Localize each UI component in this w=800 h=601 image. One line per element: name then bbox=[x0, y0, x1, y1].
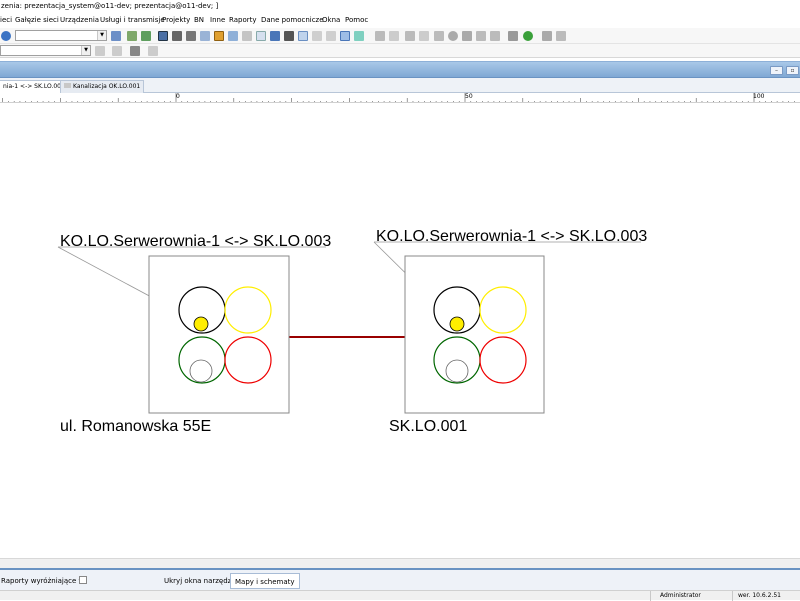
right-box-label[interactable]: KO.LO.Serwerownia-1 <-> SK.LO.003 bbox=[376, 228, 647, 245]
tool-icon-6[interactable] bbox=[490, 31, 500, 41]
status-version: wer. 10.6.2.51 bbox=[738, 592, 781, 599]
left-box-frame bbox=[148, 255, 290, 414]
tab-serwerownia[interactable]: nia-1 <-> SK.LO.003 bbox=[0, 80, 69, 93]
tab-maps-and-schemes[interactable]: Mapy i schematy bbox=[230, 573, 300, 589]
circle-icon[interactable] bbox=[448, 31, 458, 41]
right-box-frame bbox=[404, 255, 545, 414]
select-icon[interactable] bbox=[298, 31, 308, 41]
right-manhole-box[interactable] bbox=[404, 255, 545, 414]
search-icon[interactable] bbox=[1, 31, 11, 41]
document-tabs: nia-1 <-> SK.LO.003 Kanalizacja OK.LO.00… bbox=[0, 78, 800, 93]
menu-bar: ieci Gałęzie sieci Urządzenia Usługi i t… bbox=[0, 14, 800, 28]
folder-icon[interactable] bbox=[141, 31, 151, 41]
hide-tools-button[interactable]: Ukryj okna narzędzi bbox=[164, 577, 233, 585]
frame-icon[interactable] bbox=[242, 31, 252, 41]
status-bar: Administrator wer. 10.6.2.51 bbox=[0, 590, 800, 601]
bottom-panel-bar: Raporty wyróżniające ▾ Ukryj okna narzęd… bbox=[0, 568, 800, 590]
window-title: zenia: prezentacja_system@o11-dev; preze… bbox=[1, 2, 219, 10]
person-icon[interactable] bbox=[542, 31, 552, 41]
menu-item-pomoc[interactable]: Pomoc bbox=[345, 16, 368, 24]
binoculars-icon[interactable] bbox=[172, 31, 182, 41]
tool-icon-2[interactable] bbox=[389, 31, 399, 41]
lock-icon[interactable] bbox=[284, 31, 294, 41]
tool-icon-5[interactable] bbox=[476, 31, 486, 41]
resize-icon[interactable] bbox=[326, 31, 336, 41]
horizontal-scrollbar[interactable] bbox=[0, 558, 800, 568]
copy-icon[interactable] bbox=[200, 31, 210, 41]
document-icon bbox=[64, 83, 71, 88]
menu-item-projekty[interactable]: Projekty bbox=[162, 16, 190, 24]
highlight-icon[interactable] bbox=[214, 31, 224, 41]
title-bar: zenia: prezentacja_system@o11-dev; preze… bbox=[0, 0, 800, 14]
ruler-ticks bbox=[2, 93, 795, 102]
tool-icon-7[interactable] bbox=[556, 31, 566, 41]
secondary-toolbar: ▼ bbox=[0, 44, 800, 58]
map-icon[interactable] bbox=[111, 31, 121, 41]
left-box-caption[interactable]: ul. Romanowska 55E bbox=[60, 418, 211, 435]
expand-icon[interactable] bbox=[354, 31, 364, 41]
menu-item-bn[interactable]: BN bbox=[194, 16, 204, 24]
status-user: Administrator bbox=[660, 592, 701, 599]
globe-icon[interactable] bbox=[523, 31, 533, 41]
tool-icon-1[interactable] bbox=[375, 31, 385, 41]
columns-icon[interactable] bbox=[270, 31, 280, 41]
tool-icon-4[interactable] bbox=[419, 31, 429, 41]
main-toolbar: ▼ bbox=[0, 28, 800, 44]
document-header-band: – ▫ bbox=[0, 61, 800, 78]
close-icon[interactable] bbox=[148, 46, 158, 56]
grid-icon[interactable] bbox=[158, 31, 168, 41]
menu-item-uslugi[interactable]: Usługi i transmisje bbox=[100, 16, 165, 24]
minimize-icon[interactable]: – bbox=[770, 66, 783, 75]
restore-icon[interactable]: ▫ bbox=[786, 66, 799, 75]
menu-item-okna[interactable]: Okna bbox=[322, 16, 340, 24]
menu-item-urzadzenia[interactable]: Urządzenia bbox=[60, 16, 99, 24]
tab-kanalizacja-label: Kanalizacja OK.LO.001 bbox=[73, 83, 141, 90]
menu-item-sieci[interactable]: ieci bbox=[0, 16, 12, 24]
ruler: 0 50 100 bbox=[0, 93, 800, 103]
schematic-canvas[interactable]: KO.LO.Serwerownia-1 <-> SK.LO.003 KO.LO.… bbox=[0, 103, 800, 558]
reports-label: Raporty wyróżniające bbox=[1, 577, 77, 585]
right-subduct-yellow[interactable] bbox=[449, 316, 465, 332]
menu-item-inne[interactable]: Inne bbox=[210, 16, 225, 24]
window-icon[interactable] bbox=[228, 31, 238, 41]
stop-icon[interactable] bbox=[462, 31, 472, 41]
table-icon[interactable] bbox=[256, 31, 266, 41]
schematic-drawing: KO.LO.Serwerownia-1 <-> SK.LO.003 KO.LO.… bbox=[57, 228, 647, 435]
left-manhole-box[interactable] bbox=[148, 255, 290, 414]
layer-icon[interactable] bbox=[127, 31, 137, 41]
corner-icon[interactable] bbox=[312, 31, 322, 41]
layer-combo[interactable]: ▼ bbox=[15, 30, 107, 41]
chevron-down-icon[interactable]: ▼ bbox=[97, 31, 106, 40]
reports-dropdown[interactable]: Raporty wyróżniające ▾ bbox=[1, 577, 82, 585]
left-box-label[interactable]: KO.LO.Serwerownia-1 <-> SK.LO.003 bbox=[60, 233, 331, 250]
pen-icon[interactable] bbox=[95, 46, 105, 56]
left-subduct-yellow[interactable] bbox=[193, 316, 209, 332]
connect-icon[interactable] bbox=[130, 46, 140, 56]
chevron-down-icon[interactable]: ▼ bbox=[81, 46, 90, 55]
ruler-label-50: 50 bbox=[465, 93, 473, 100]
scale-combo[interactable]: ▼ bbox=[0, 45, 91, 56]
tool-icon-3[interactable] bbox=[405, 31, 415, 41]
reports-checkbox[interactable] bbox=[79, 576, 87, 584]
menu-item-galezie-sieci[interactable]: Gałęzie sieci bbox=[15, 16, 59, 24]
measure-icon[interactable] bbox=[340, 31, 350, 41]
line-icon[interactable] bbox=[112, 46, 122, 56]
ruler-label-0: 0 bbox=[176, 93, 180, 100]
menu-item-dane-pomocnicze[interactable]: Dane pomocnicze bbox=[261, 16, 324, 24]
right-box-caption[interactable]: SK.LO.001 bbox=[389, 418, 467, 435]
route-icon[interactable] bbox=[508, 31, 518, 41]
tab-kanalizacja[interactable]: Kanalizacja OK.LO.001 bbox=[60, 80, 145, 93]
delete-icon[interactable] bbox=[434, 31, 444, 41]
menu-item-raporty[interactable]: Raporty bbox=[229, 16, 257, 24]
printer-icon[interactable] bbox=[186, 31, 196, 41]
ruler-label-100: 100 bbox=[753, 93, 765, 100]
